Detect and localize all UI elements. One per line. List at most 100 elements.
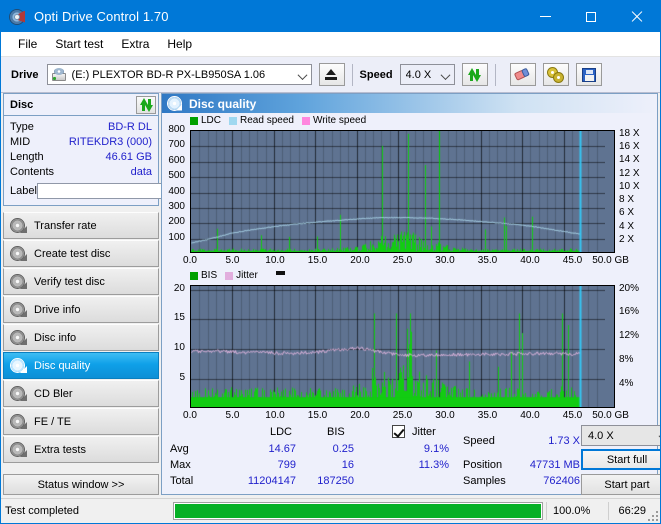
ldc-plot[interactable] [190,130,615,253]
sidebar-item-drive-info[interactable]: Drive info [3,296,159,323]
disc-icon [10,218,27,233]
drive-toolbar: Drive (E:) PLEXTOR BD-R PX-LB950SA 1.06 … [1,57,660,93]
axis-tick-label: 6 X [619,207,635,219]
menu-extra[interactable]: Extra [112,34,158,54]
disc-refresh-button[interactable] [136,95,156,114]
bis-x-axis-labels: 0.0 5.0 10.0 15.0 20.0 25.0 30.0 35.0 40.0 45.0 50… [183,410,629,422]
erase-button[interactable] [509,63,536,86]
toolbar-divider-2 [494,63,496,86]
sidebar-item-cd-bler[interactable]: CD Bler [3,380,159,407]
sidebar-item-transfer-rate[interactable]: Transfer rate [3,212,159,239]
axis-tick-label: 20.0 [350,410,370,421]
axis-tick-label: 25.0 [392,255,413,266]
disc-row-value: BD-R DL [107,120,152,133]
menu-bar: File Start test Extra Help [1,32,660,57]
drive-label: Drive [11,68,39,81]
disc-row-value: 46.61 GB [105,150,152,163]
jitter-checkbox[interactable] [392,425,405,438]
axis-tick-label: 800 [168,124,185,135]
start-full-button[interactable]: Start full [581,449,660,470]
speed-select-value: 4.0 X [405,68,432,81]
drive-select[interactable]: (E:) PLEXTOR BD-R PX-LB950SA 1.06 [46,64,312,85]
axis-tick-label: 50.0 GB [592,410,629,421]
sidebar-item-fe-te[interactable]: FE / TE [3,408,159,435]
drive-icon [51,67,67,82]
sidebar-item-disc-info[interactable]: Disc info [3,324,159,351]
legend-entry-write-speed: Write speed [301,115,366,126]
progress-bar [173,502,543,520]
charts-area: LDC Read speed Write speed 800 700 600 500 4… [162,113,657,422]
disc-quality-panel: Disc quality LDC Read speed Write speed … [161,93,660,495]
chevron-down-icon [297,69,307,80]
sidebar-item-label: Disc quality [34,359,91,372]
erase-icon [513,65,532,83]
minimize-button[interactable] [522,1,568,32]
axis-tick-label: 30.0 [435,410,455,421]
legend-swatch-bis [190,271,198,280]
menu-file[interactable]: File [9,34,46,54]
axis-tick-label: 0.0 [183,410,197,421]
axis-tick-label: 200 [168,216,185,228]
axis-tick-label: 15.0 [307,255,328,266]
axis-tick-label: 10 [173,342,185,354]
refresh-button[interactable] [461,63,488,86]
disc-row-key: MID [10,135,31,148]
sidebar-item-label: FE / TE [34,415,72,428]
sidebar-item-label: CD Bler [34,387,73,400]
stats-area: LDC BIS Avg Max Total 14.67 799 11204147… [162,422,660,500]
test-speed-select[interactable]: 4.0 X [581,425,660,446]
stats-row-max: Max [170,459,191,471]
disc-row-value: data [130,165,152,178]
sidebar-item-verify-test-disc[interactable]: Verify test disc [3,268,159,295]
axis-tick-label: 8 X [619,194,635,206]
maximize-button[interactable] [568,1,614,32]
axis-tick-label: 10.0 [265,410,285,421]
disc-icon [10,302,27,317]
sidebar-item-label: Verify test disc [34,275,105,288]
disc-row-mid: MID RITEKDR3 (000) [10,134,152,149]
menu-help[interactable]: Help [158,34,201,54]
close-button[interactable] [614,1,660,32]
legend-label-read-speed: Read speed [240,115,294,126]
status-bar: Test completed 100.0% 66:29 [1,498,660,523]
axis-tick-label: 20 [173,282,185,294]
legend-swatch-read-speed [229,116,238,125]
scale-marker-icon [275,270,285,275]
stats-jitter-avg: 9.1% [423,443,449,455]
speed-label: Speed [359,68,393,81]
resize-grip-icon[interactable] [648,511,658,521]
axis-tick-label: 500 [168,170,185,182]
disc-icon [10,246,27,261]
disc-icon [10,386,27,401]
window-title: Opti Drive Control 1.70 [34,9,169,24]
app-disc-icon [10,9,26,25]
sidebar-item-extra-tests[interactable]: Extra tests [3,436,159,463]
disc-icon [10,414,27,429]
title-bar: Opti Drive Control 1.70 [1,1,660,32]
axis-tick-label: 100 [168,231,185,243]
axis-tick-label: 20.0 [350,255,370,266]
panel-header: Disc quality [162,94,657,113]
axis-tick-label: 14 X [619,154,640,166]
axis-tick-label: 35.0 [477,410,498,421]
axis-tick-label: 15 [173,312,185,324]
ldc-chart-legend: LDC Read speed Write speed [162,114,657,127]
save-button[interactable] [575,63,602,86]
axis-tick-label: 8% [619,354,634,366]
start-part-button[interactable]: Start part [581,474,660,495]
disc-icon [10,442,27,457]
legend-swatch-write-speed [301,116,310,125]
axis-tick-label: 5 [179,372,185,384]
position-stat-value: 47731 MB [529,459,580,471]
sidebar-item-disc-quality[interactable]: Disc quality [3,352,159,379]
eject-button[interactable] [318,63,345,86]
settings-button[interactable] [542,63,569,86]
menu-start-test[interactable]: Start test [46,34,112,54]
disc-row-key: Type [10,120,34,133]
sidebar-item-create-test-disc[interactable]: Create test disc [3,240,159,267]
disc-row-value: RITEKDR3 (000) [68,135,152,148]
speed-select[interactable]: 4.0 X [399,64,455,85]
page-title: Disc quality [189,96,257,111]
status-window-button[interactable]: Status window >> [3,474,159,495]
bis-plot[interactable] [190,285,615,408]
